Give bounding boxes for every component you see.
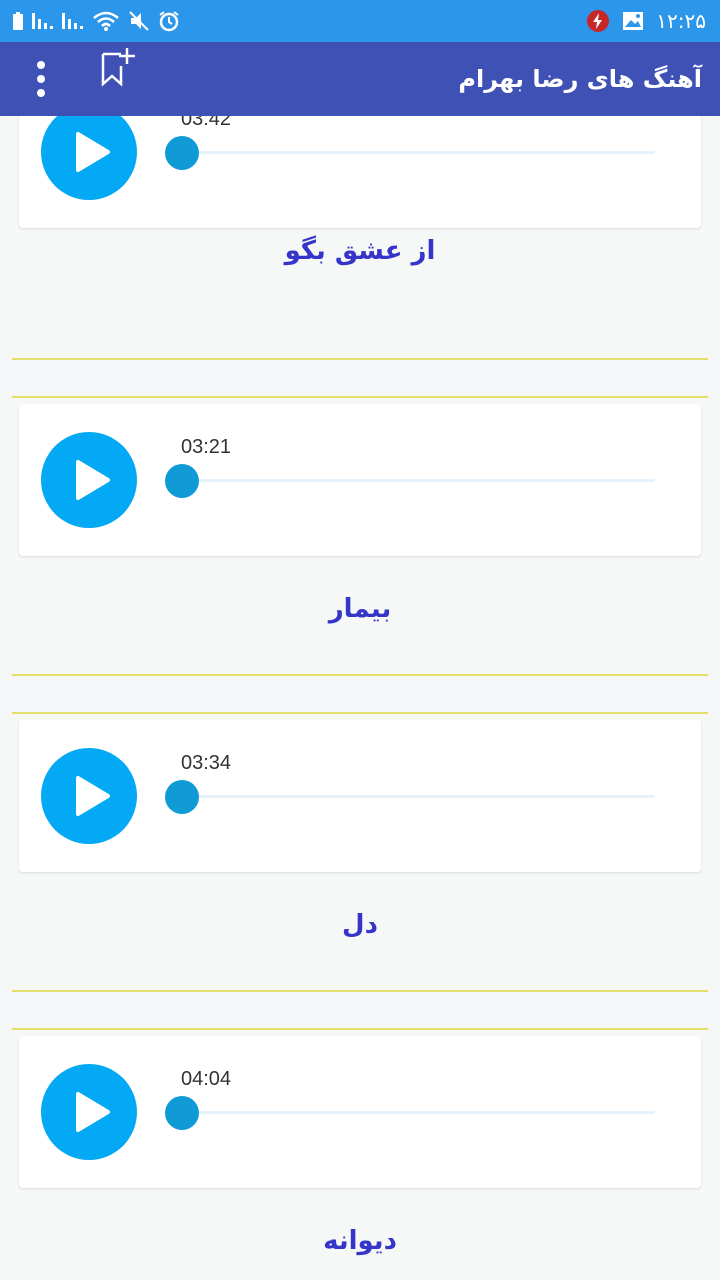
signal-icon xyxy=(62,13,83,29)
list-item: 03:34 دل xyxy=(12,714,708,990)
seek-bar[interactable] xyxy=(183,151,655,154)
mute-icon xyxy=(129,11,149,31)
play-icon xyxy=(76,776,110,816)
audio-player: 03:42 xyxy=(19,116,701,228)
duration-label: 03:42 xyxy=(181,116,232,130)
list-item: 03:42 از عشق بگو xyxy=(12,116,708,358)
status-time: ۱۲:۲۵ xyxy=(656,9,706,33)
seek-thumb[interactable] xyxy=(165,1096,199,1130)
list-item: 04:04 دیوانه xyxy=(12,1030,708,1280)
duration-label: 03:34 xyxy=(181,752,232,774)
divider xyxy=(12,990,708,992)
battery-icon xyxy=(13,12,23,30)
status-bar: ۱۲:۲۵ xyxy=(0,0,720,42)
seek-thumb[interactable] xyxy=(165,780,199,814)
seek-thumb[interactable] xyxy=(165,136,199,170)
divider xyxy=(12,674,708,676)
play-button[interactable] xyxy=(41,116,137,200)
seek-bar[interactable] xyxy=(183,479,655,482)
audio-player: 03:34 xyxy=(19,720,701,872)
status-icons-right: ۱۲:۲۵ xyxy=(586,8,706,34)
bookmark-add-icon[interactable] xyxy=(96,46,142,92)
play-icon xyxy=(76,1092,110,1132)
play-button[interactable] xyxy=(41,748,137,844)
play-icon xyxy=(76,132,110,172)
wifi-icon xyxy=(93,11,119,31)
song-title: دل xyxy=(342,910,378,940)
signal-icon xyxy=(32,13,53,29)
song-list[interactable]: 03:42 از عشق بگو 03:21 بیمار 03:34 دل 04… xyxy=(0,116,720,1280)
song-title: از عشق بگو xyxy=(284,236,436,266)
list-item: 03:21 بیمار xyxy=(12,398,708,674)
duration-label: 03:21 xyxy=(181,436,232,458)
lightning-icon xyxy=(587,10,610,32)
seek-bar[interactable] xyxy=(183,795,655,798)
play-button[interactable] xyxy=(41,1064,137,1160)
app-toolbar: آهنگ های رضا بهرام xyxy=(0,42,720,116)
song-title: دیوانه xyxy=(323,1226,397,1256)
status-icons-left xyxy=(12,8,180,34)
divider xyxy=(12,358,708,360)
play-icon xyxy=(76,460,110,500)
seek-thumb[interactable] xyxy=(165,464,199,498)
alarm-icon xyxy=(159,11,179,32)
song-title: بیمار xyxy=(328,594,392,624)
audio-player: 04:04 xyxy=(19,1036,701,1188)
page-title: آهنگ های رضا بهرام xyxy=(458,65,702,93)
more-vert-icon[interactable] xyxy=(26,52,56,106)
seek-bar[interactable] xyxy=(183,1111,655,1114)
play-button[interactable] xyxy=(41,432,137,528)
audio-player: 03:21 xyxy=(19,404,701,556)
duration-label: 04:04 xyxy=(181,1068,232,1090)
image-icon xyxy=(623,12,644,30)
